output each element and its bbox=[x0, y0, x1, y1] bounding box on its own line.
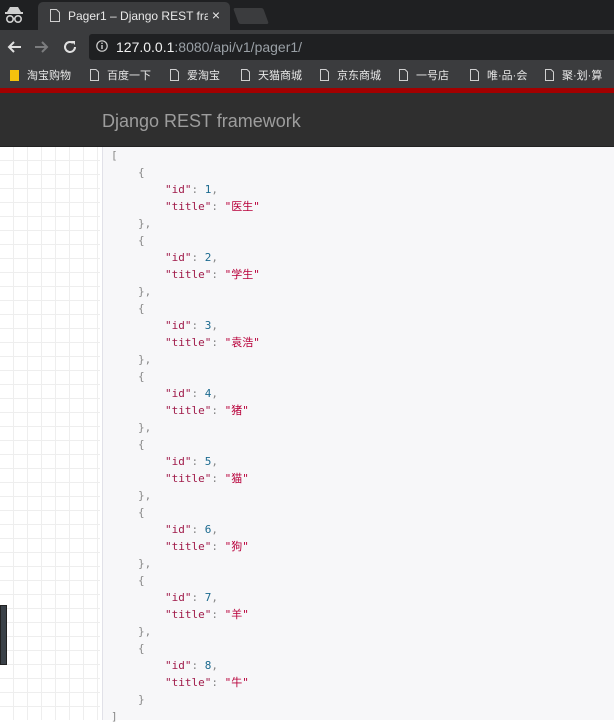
info-icon[interactable] bbox=[96, 40, 108, 52]
response-body: [ { "id": 1, "title": "医生"}, { "id": 2, "titl… bbox=[102, 147, 614, 723]
forward-arrow-icon[interactable] bbox=[30, 35, 54, 59]
json-object-open: { bbox=[138, 642, 145, 655]
page-content: [ { "id": 1, "title": "医生"}, { "id": 2, "titl… bbox=[0, 147, 614, 723]
reload-icon[interactable] bbox=[58, 35, 82, 59]
page-icon bbox=[545, 69, 554, 81]
json-title-line: "title": "狗" bbox=[165, 540, 249, 553]
json-id-line: "id": 4, bbox=[165, 387, 218, 400]
bookmark-item[interactable]: 爱淘宝 bbox=[170, 68, 220, 84]
url-text: 127.0.0.1:8080/api/v1/pager1/ bbox=[116, 39, 302, 55]
json-id-line: "id": 6, bbox=[165, 523, 218, 536]
json-id-line: "id": 3, bbox=[165, 319, 218, 332]
tab-strip: Pager1 – Django REST fram × bbox=[0, 0, 614, 30]
json-id-line: "id": 2, bbox=[165, 251, 218, 264]
tab-title: Pager1 – Django REST fram bbox=[68, 9, 208, 23]
bookmark-folder-icon bbox=[10, 70, 19, 81]
json-title-line: "title": "猪" bbox=[165, 404, 249, 417]
json-object-close: }, bbox=[138, 353, 152, 366]
bookmark-item[interactable]: 天猫商城 bbox=[241, 68, 302, 84]
json-title-line: "title": "牛" bbox=[165, 676, 249, 689]
json-id-line: "id": 7, bbox=[165, 591, 218, 604]
page-icon bbox=[90, 69, 99, 81]
json-id-line: "id": 1, bbox=[165, 183, 218, 196]
bookmark-item[interactable]: 淘宝购物 bbox=[10, 68, 71, 84]
json-object-open: { bbox=[138, 166, 145, 179]
url-path: :8080/api/v1/pager1/ bbox=[174, 39, 303, 55]
json-object-open: { bbox=[138, 506, 145, 519]
json-object-close: }, bbox=[138, 421, 152, 434]
close-icon[interactable]: × bbox=[212, 7, 220, 23]
bookmark-item[interactable]: 唯·品·会 bbox=[470, 68, 527, 84]
address-bar[interactable]: 127.0.0.1:8080/api/v1/pager1/ bbox=[89, 34, 614, 60]
json-object-open: { bbox=[138, 302, 145, 315]
browser-toolbar: 127.0.0.1:8080/api/v1/pager1/ bbox=[0, 30, 614, 64]
json-object-close: }, bbox=[138, 285, 152, 298]
json-title-line: "title": "医生" bbox=[165, 200, 260, 213]
json-title-line: "title": "猫" bbox=[165, 472, 249, 485]
json-object-open: { bbox=[138, 574, 145, 587]
incognito-icon bbox=[5, 7, 23, 24]
json-id-line: "id": 8, bbox=[165, 659, 218, 672]
json-object-close: }, bbox=[138, 217, 152, 230]
bookmark-item[interactable]: 京东商城 bbox=[320, 68, 381, 84]
bookmarks-bar: 淘宝购物 百度一下 爱淘宝 天猫商城 京东商城 一号店 唯·品·会 聚·划·算 bbox=[0, 64, 614, 88]
json-title-line: "title": "学生" bbox=[165, 268, 260, 281]
new-tab-button[interactable] bbox=[233, 8, 269, 24]
json-object-close: } bbox=[138, 693, 145, 706]
json-object-open: { bbox=[138, 438, 145, 451]
page-icon bbox=[50, 9, 60, 22]
json-title-line: "title": "羊" bbox=[165, 608, 249, 621]
json-object-close: }, bbox=[138, 625, 152, 638]
bookmark-item[interactable]: 一号店 bbox=[399, 68, 449, 84]
navbar: Django REST framework bbox=[0, 93, 614, 147]
page-icon bbox=[320, 69, 329, 81]
json-object-open: { bbox=[138, 370, 145, 383]
bookmark-item[interactable]: 聚·划·算 bbox=[545, 68, 602, 84]
page-icon bbox=[470, 69, 479, 81]
json-id-line: "id": 5, bbox=[165, 455, 218, 468]
json-object-close: }, bbox=[138, 489, 152, 502]
side-handle[interactable] bbox=[0, 605, 7, 665]
json-object-open: { bbox=[138, 234, 145, 247]
page-icon bbox=[170, 69, 179, 81]
background-grid bbox=[0, 147, 100, 720]
json-close-bracket: ] bbox=[111, 710, 118, 723]
json-title-line: "title": "袁浩" bbox=[165, 336, 260, 349]
page-icon bbox=[241, 69, 250, 81]
page-icon bbox=[399, 69, 408, 81]
back-arrow-icon[interactable] bbox=[2, 35, 26, 59]
json-object-close: }, bbox=[138, 557, 152, 570]
bookmark-item[interactable]: 百度一下 bbox=[90, 68, 151, 84]
browser-tab[interactable]: Pager1 – Django REST fram × bbox=[38, 2, 230, 30]
brand-link[interactable]: Django REST framework bbox=[102, 111, 301, 132]
json-open-bracket: [ bbox=[111, 149, 118, 162]
url-host: 127.0.0.1 bbox=[116, 39, 175, 55]
